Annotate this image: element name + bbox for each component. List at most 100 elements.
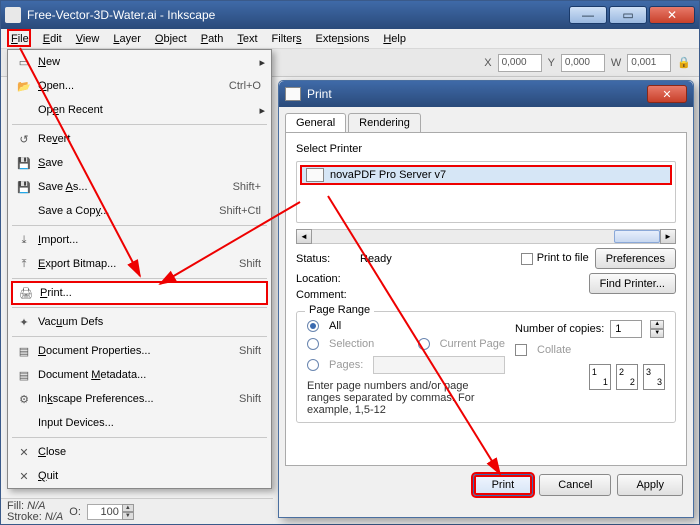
stroke-value: N/A	[45, 511, 63, 523]
copies-label: Number of copies:	[515, 323, 604, 335]
print-icon: 🖨	[16, 287, 36, 300]
location-label: Location:	[296, 273, 360, 285]
collate-checkbox	[515, 344, 527, 356]
menu-help[interactable]: Help	[377, 31, 412, 47]
menu-text[interactable]: Text	[231, 31, 263, 47]
printer-item-name: novaPDF Pro Server v7	[330, 169, 446, 181]
opacity-value: 100	[101, 506, 119, 518]
dialog-footer: Print Cancel Apply	[279, 466, 693, 504]
menu-item-print[interactable]: 🖨Print...	[11, 281, 268, 305]
opacity-label: O:	[69, 506, 81, 518]
y-input[interactable]: 0,000	[561, 54, 605, 72]
radio-current	[418, 338, 430, 350]
collate-icons: 11 22 33	[515, 364, 665, 393]
w-input[interactable]: 0,001	[627, 54, 671, 72]
status-label: Status:	[296, 253, 360, 265]
window-controls: — ▭ ✕	[569, 6, 695, 24]
menu-file[interactable]: File	[5, 31, 35, 47]
status-value: Ready	[360, 253, 521, 265]
statusbar: Fill: N/A Stroke: N/A O: 100▲▼	[1, 498, 273, 524]
menu-item-import[interactable]: ⤓Import...	[8, 228, 271, 252]
titlebar: Free-Vector-3D-Water.ai - Inkscape — ▭ ✕	[1, 1, 699, 29]
printer-item-icon	[306, 168, 324, 182]
print-tabs: General Rendering	[279, 107, 693, 132]
page-range-legend: Page Range	[305, 304, 374, 316]
w-label: W	[611, 57, 621, 69]
y-label: Y	[548, 57, 555, 69]
print-tab-body: Select Printer novaPDF Pro Server v7 ◄ ►…	[285, 132, 687, 466]
metadata-icon: ▤	[14, 369, 34, 382]
menu-edit[interactable]: Edit	[37, 31, 68, 47]
window-title: Free-Vector-3D-Water.ai - Inkscape	[27, 8, 569, 22]
print-dialog-title: Print	[307, 87, 647, 101]
radio-pages	[307, 359, 319, 371]
import-icon: ⤓	[14, 234, 34, 247]
menu-view[interactable]: View	[70, 31, 106, 47]
printer-item-selected[interactable]: novaPDF Pro Server v7	[300, 165, 672, 185]
find-printer-button[interactable]: Find Printer...	[589, 273, 676, 294]
print-to-file-checkbox[interactable]: Print to file	[521, 252, 589, 264]
menu-filters[interactable]: Filters	[266, 31, 308, 47]
menu-item-doc-meta[interactable]: ▤Document Metadata...	[8, 363, 271, 387]
scroll-left-button[interactable]: ◄	[296, 229, 312, 244]
copies-input[interactable]: 1	[610, 320, 642, 338]
menu-item-close[interactable]: ✕Close	[8, 440, 271, 464]
save-as-icon: 💾	[14, 181, 34, 194]
app-icon	[5, 7, 21, 23]
minimize-button[interactable]: —	[569, 6, 607, 24]
menu-extensions[interactable]: Extensions	[310, 31, 376, 47]
apply-button[interactable]: Apply	[617, 474, 683, 496]
document-icon: ▤	[14, 345, 34, 358]
printer-list[interactable]: novaPDF Pro Server v7	[296, 161, 676, 223]
menu-item-quit[interactable]: ✕Quit	[8, 464, 271, 488]
x-input[interactable]: 0,000	[498, 54, 542, 72]
copies-spinner[interactable]: ▲▼	[650, 320, 664, 338]
lock-icon[interactable]: 🔒	[677, 56, 691, 69]
tab-rendering[interactable]: Rendering	[348, 113, 421, 132]
print-dialog: Print ✕ General Rendering Select Printer…	[278, 80, 694, 518]
x-label: X	[484, 57, 491, 69]
new-icon: ▭	[14, 56, 34, 69]
print-button[interactable]: Print	[473, 474, 534, 496]
preferences-button[interactable]: Preferences	[595, 248, 676, 269]
menu-layer[interactable]: Layer	[107, 31, 147, 47]
scroll-right-button[interactable]: ►	[660, 229, 676, 244]
menu-object[interactable]: Object	[149, 31, 193, 47]
printer-list-scrollbar[interactable]: ◄ ►	[296, 229, 676, 244]
menu-item-save[interactable]: 💾Save	[8, 151, 271, 175]
open-icon: 📂	[14, 80, 34, 93]
menu-item-revert[interactable]: ↺Revert	[8, 127, 271, 151]
comment-label: Comment:	[296, 289, 360, 301]
save-icon: 💾	[14, 157, 34, 170]
menu-item-open-recent[interactable]: Open Recent▸	[8, 98, 271, 122]
close-icon: ✕	[14, 446, 34, 459]
menu-item-export[interactable]: ⤒Export Bitmap...Shift	[8, 252, 271, 276]
radio-selection	[307, 338, 319, 350]
cancel-button[interactable]: Cancel	[539, 474, 611, 496]
menu-item-new[interactable]: ▭New▸	[8, 50, 271, 74]
scroll-thumb[interactable]	[614, 230, 660, 243]
pages-input	[373, 356, 505, 374]
menu-item-inkscape-prefs[interactable]: ⚙Inkscape Preferences...Shift	[8, 387, 271, 411]
scroll-track[interactable]	[312, 229, 660, 244]
menu-path[interactable]: Path	[195, 31, 230, 47]
menu-item-open[interactable]: 📂Open...Ctrl+O	[8, 74, 271, 98]
menu-item-save-as[interactable]: 💾Save As...Shift+	[8, 175, 271, 199]
menubar: File Edit View Layer Object Path Text Fi…	[1, 29, 699, 49]
tab-general[interactable]: General	[285, 113, 346, 132]
file-menu-dropdown: ▭New▸ 📂Open...Ctrl+O Open Recent▸ ↺Rever…	[7, 49, 272, 489]
opacity-spin[interactable]: 100▲▼	[87, 504, 123, 520]
menu-item-save-copy[interactable]: Save a Copy...Shift+Ctl	[8, 199, 271, 223]
broom-icon: ✦	[14, 316, 34, 329]
stroke-label: Stroke:	[7, 511, 42, 523]
menu-item-vacuum[interactable]: ✦Vacuum Defs	[8, 310, 271, 334]
page-range-group: Page Range All SelectionCurrent Page Pag…	[296, 311, 676, 423]
radio-all[interactable]: All	[307, 320, 505, 332]
collate-label: Collate	[537, 344, 571, 356]
menu-item-doc-props[interactable]: ▤Document Properties...Shift	[8, 339, 271, 363]
dialog-close-button[interactable]: ✕	[647, 85, 687, 103]
print-to-file-label: Print to file	[537, 252, 589, 264]
maximize-button[interactable]: ▭	[609, 6, 647, 24]
close-button[interactable]: ✕	[649, 6, 695, 24]
menu-item-input-devices[interactable]: Input Devices...	[8, 411, 271, 435]
